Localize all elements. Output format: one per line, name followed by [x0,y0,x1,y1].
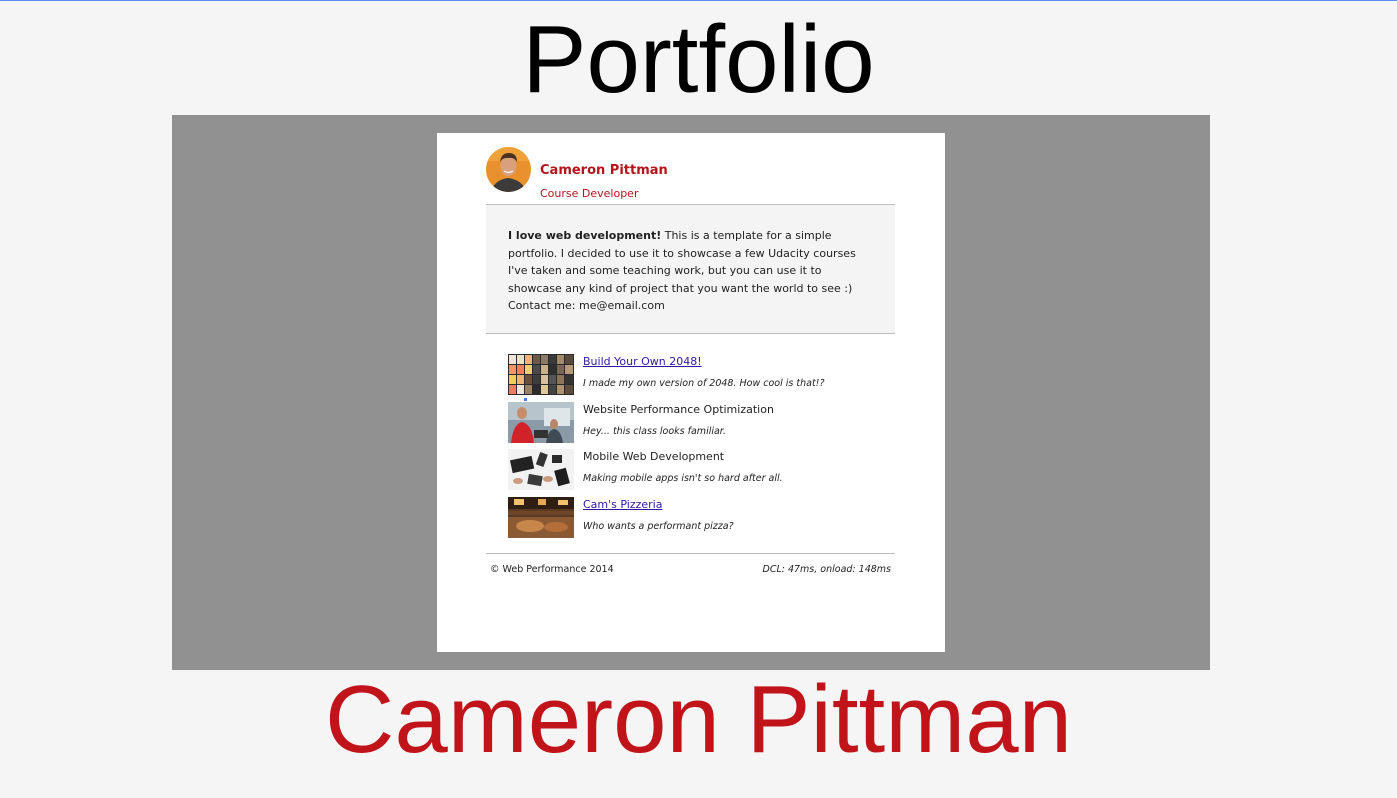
devices-photo-thumbnail [508,449,574,490]
project-description: I made my own version of 2048. How cool … [583,378,825,389]
timing-text: DCL: 47ms, onload: 148ms [762,564,892,575]
slide-subtitle: Cameron Pittman [325,666,1072,773]
screenshot-stage: Cameron Pittman Course Developer I love … [172,115,1210,670]
classroom-photo-thumbnail [508,402,574,443]
avatar-photo-icon [486,147,531,192]
project-description: Making mobile apps isn't so hard after a… [583,473,783,484]
2048-grid-thumbnail [508,354,574,395]
project-title: Mobile Web Development [583,450,725,463]
top-border [0,0,1397,1]
cursor-marker-icon [524,398,527,401]
pizzeria-photo-thumbnail [508,497,574,538]
profile-role: Course Developer [540,187,639,200]
project-title: Website Performance Optimization [583,403,774,416]
project-item: Build Your Own 2048! I made my own versi… [508,354,888,398]
about-section: I love web development! This is a templa… [486,204,895,334]
copyright-text: © Web Performance 2014 [490,564,614,575]
project-description: Hey... this class looks familiar. [583,426,726,437]
contact-line: Contact me: me@email.com [508,299,665,312]
project-item: Cam's Pizzeria Who wants a performant pi… [508,497,888,541]
project-item: Website Performance Optimization Hey... … [508,402,888,446]
portfolio-page: Cameron Pittman Course Developer I love … [437,133,945,652]
about-lead: I love web development! [508,229,662,242]
project-title-link[interactable]: Build Your Own 2048! [583,355,702,368]
profile-header: Cameron Pittman Course Developer [486,147,895,205]
about-text: I love web development! This is a templa… [508,227,878,315]
slide-title: Portfolio [522,6,875,113]
profile-name: Cameron Pittman [540,163,668,178]
project-item: Mobile Web Development Making mobile app… [508,449,888,493]
page-footer: © Web Performance 2014 DCL: 47ms, onload… [486,553,895,584]
project-description: Who wants a performant pizza? [583,521,734,532]
project-title-link[interactable]: Cam's Pizzeria [583,498,662,511]
